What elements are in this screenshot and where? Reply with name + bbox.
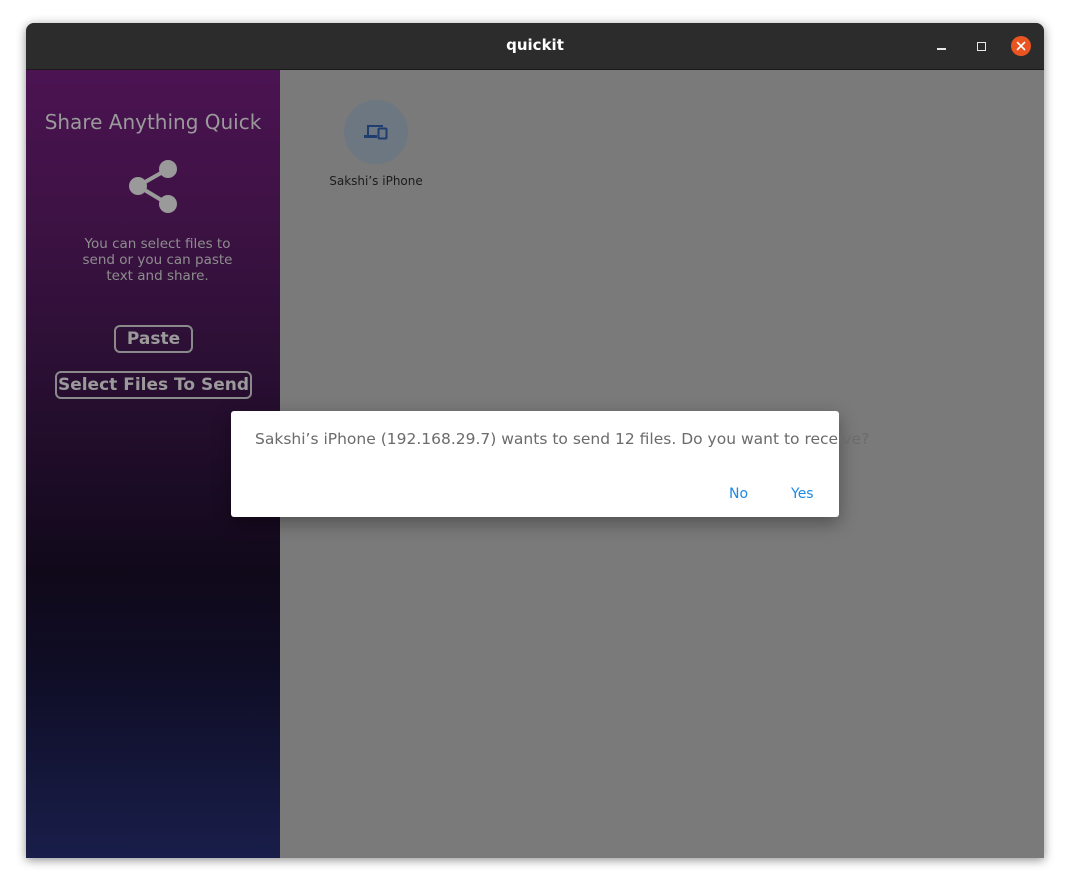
device-name: Sakshi’s iPhone [329, 174, 423, 188]
title-bar[interactable]: quickit [26, 23, 1044, 70]
window-title: quickit [506, 36, 564, 54]
sidebar-description: You can select files to send or you can … [82, 236, 233, 284]
paste-button[interactable]: Paste [114, 325, 193, 353]
sidebar-title: Share Anything Quick [44, 110, 262, 134]
devices-icon [364, 125, 388, 140]
close-button[interactable] [1011, 36, 1031, 56]
dialog-message: Sakshi’s iPhone (192.168.29.7) wants to … [255, 430, 870, 448]
select-files-button[interactable]: Select Files To Send [55, 371, 252, 399]
yes-button[interactable]: Yes [791, 486, 814, 502]
close-icon [1011, 36, 1031, 56]
maximize-icon [976, 41, 986, 51]
minimize-icon [936, 48, 946, 50]
no-button[interactable]: No [729, 486, 748, 502]
device-item[interactable]: Sakshi’s iPhone [320, 100, 432, 188]
device-avatar [344, 100, 408, 164]
receive-dialog: Sakshi’s iPhone (192.168.29.7) wants to … [231, 411, 870, 517]
share-icon [129, 160, 177, 213]
maximize-button[interactable] [971, 36, 991, 56]
minimize-button[interactable] [931, 36, 951, 56]
